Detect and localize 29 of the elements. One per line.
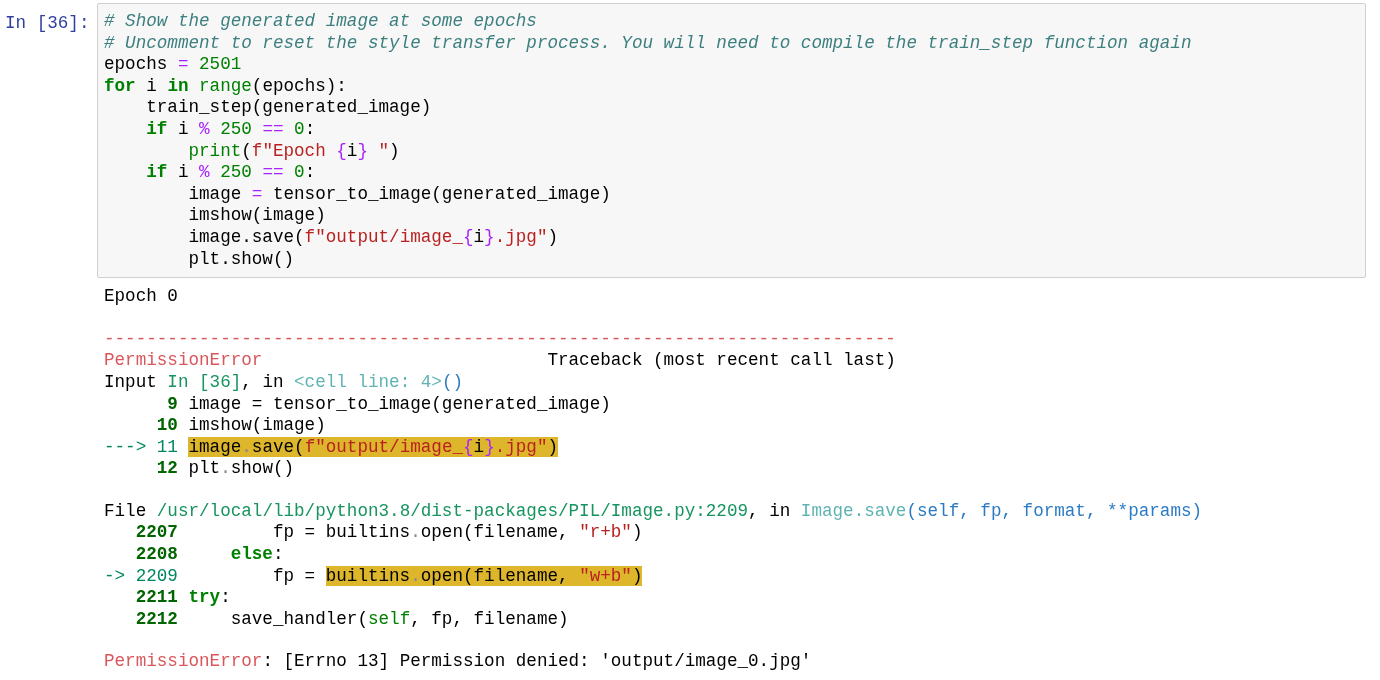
code-line: image = tensor_to_image(generated_image) <box>187 183 612 206</box>
code-line: imshow(image) <box>187 205 327 227</box>
output-line: 9 image = tensor_to_image(generated_image) <box>166 393 612 416</box>
code-line: plt.show() <box>187 248 296 271</box>
code-line: # Show the generated image at some epochs <box>104 11 538 33</box>
code-line: epochs = 2501 <box>104 54 243 76</box>
output-line: ---> 11 image.save(f"output/image_{i}.jpg") <box>104 436 560 459</box>
output-line: PermissionError: [Errno 13] Permission denied: 'output/image_0.jpg' <box>104 651 813 674</box>
output-line: -> 2209 fp = builtins.open(filename, "w+b") <box>104 565 644 588</box>
output-line: 2208 else: <box>134 544 285 566</box>
output-line: PermissionError Traceback (most recent call last) <box>104 350 897 372</box>
output-line: 2207 fp = builtins.open(filename, "r+b") <box>134 522 644 545</box>
output-line: 2211 try: <box>134 587 232 609</box>
input-prompt: In [36]: <box>4 12 91 35</box>
output-line: File /usr/local/lib/python3.8/dist-packages/PIL/Image.py:2209, in Image.save(self, fp, format, **params) <box>104 500 1204 523</box>
code-line: print(f"Epoch {i} ") <box>187 140 401 163</box>
code-line: if i % 250 == 0: <box>145 118 317 141</box>
code-line: if i % 250 == 0: <box>145 162 317 184</box>
output-line: 2212 save_handler(self, fp, filename) <box>134 608 570 631</box>
code-line: train_step(generated_image) <box>145 97 433 119</box>
output-line: Input In [36], in <cell line: 4>() <box>104 371 464 394</box>
code-cell[interactable] <box>97 3 1366 279</box>
output-line: Epoch 0 <box>104 286 179 308</box>
output-line: 10 imshow(image) <box>155 415 327 437</box>
output-line: --------------------------------------------------------------------------- <box>104 328 897 351</box>
code-line: image.save(f"output/image_{i}.jpg") <box>187 226 560 249</box>
output-line: 12 plt.show() <box>155 458 296 480</box>
code-line: # Uncomment to reset the style transfer process. You will need to compile the train_step function again <box>104 32 1193 55</box>
code-line: for i in range(epochs): <box>104 75 348 98</box>
